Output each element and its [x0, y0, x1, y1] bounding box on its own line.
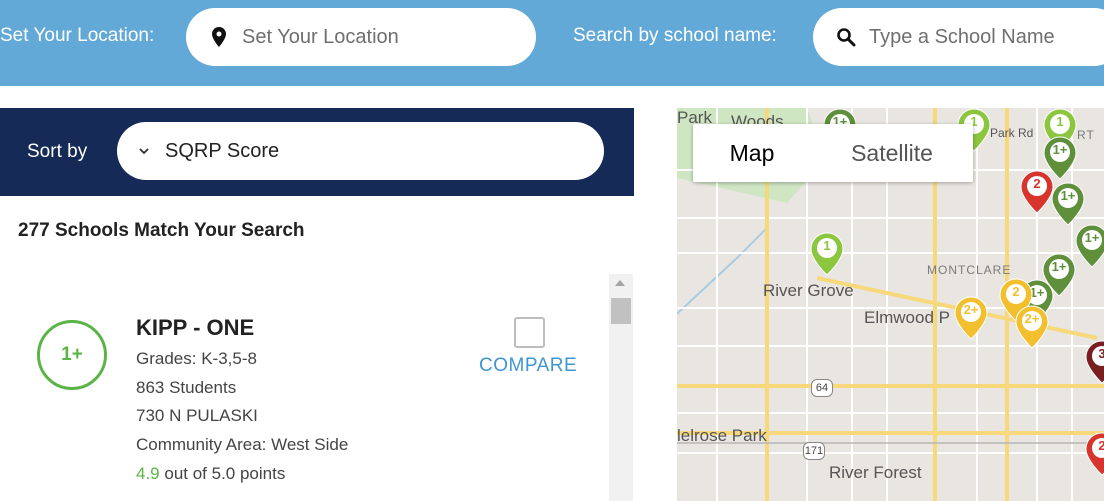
satellite-button[interactable]: Satellite	[811, 124, 973, 182]
sort-select[interactable]: SQRP Score	[117, 122, 604, 180]
map-type-toggle: Map Satellite	[693, 124, 973, 182]
map-label-montclare: MONTCLARE	[927, 263, 1012, 277]
map-label-river-forest: River Forest	[829, 463, 922, 482]
map-pin-label: 2	[1012, 284, 1020, 299]
sort-bar: Sort by SQRP Score	[0, 108, 634, 196]
map-pin-label: 1+	[1060, 188, 1076, 203]
location-label: Set Your Location:	[0, 25, 155, 46]
chevron-down-icon	[137, 144, 151, 158]
map-marker-pin[interactable]: 2	[1085, 432, 1104, 476]
results-scrollbar[interactable]	[609, 274, 633, 501]
map-marker-pin[interactable]: 2	[1020, 170, 1054, 214]
map-label-melrose-park: lelrose Park	[677, 426, 767, 445]
results-count: 277 Schools Match Your Search	[18, 220, 305, 241]
route-171-shield: 171	[803, 442, 825, 460]
search-icon	[835, 26, 857, 48]
map-marker-icon	[208, 26, 230, 48]
map-marker-pin[interactable]: 3	[1085, 340, 1104, 384]
map-pin-label: 3	[1098, 346, 1104, 361]
map-pin-label: 1+	[1084, 230, 1100, 245]
map-label-river-grove: River Grove	[763, 281, 854, 300]
compare-checkbox[interactable]	[514, 317, 545, 348]
scroll-up-arrow-icon[interactable]	[615, 280, 625, 286]
school-search-placeholder: Type a School Name	[869, 25, 1055, 48]
map-marker-pin[interactable]: 1	[810, 232, 844, 276]
scroll-thumb[interactable]	[611, 298, 631, 324]
map-pin-label: 2+	[1024, 311, 1040, 326]
compare-label[interactable]: COMPARE	[479, 355, 577, 377]
sort-label: Sort by	[27, 141, 88, 162]
map-pin-label: 2	[1033, 176, 1041, 191]
map-pin-label: 1	[1056, 114, 1064, 129]
school-score: 4.9 out of 5.0 points	[136, 464, 285, 484]
school-address: 730 N PULASKI	[136, 406, 258, 425]
map-marker-pin[interactable]: 2+	[954, 296, 988, 340]
map-pin-label: 1+	[1052, 142, 1068, 157]
map-view[interactable]: Park Woods Park Rd RT MONTCLARE River Gr…	[677, 108, 1104, 501]
map-pin-label: 2+	[963, 302, 979, 317]
school-students: 863 Students	[136, 378, 237, 397]
rating-badge: 1+	[37, 320, 107, 390]
score-value: 4.9	[136, 464, 160, 483]
school-search-label: Search by school name:	[573, 25, 777, 46]
map-pin-label: 1	[823, 238, 831, 253]
school-community-area: Community Area: West Side	[136, 435, 349, 454]
location-placeholder: Set Your Location	[242, 25, 399, 48]
school-search-input[interactable]: Type a School Name	[813, 8, 1104, 66]
map-label-elmwood: Elmwood P	[864, 308, 950, 327]
map-marker-pin[interactable]: 1+	[1051, 182, 1085, 226]
map-button[interactable]: Map	[693, 124, 811, 182]
score-suffix: out of 5.0 points	[159, 464, 286, 483]
sort-selected-value: SQRP Score	[165, 139, 280, 162]
map-label-rt: RT	[1077, 128, 1095, 142]
school-name[interactable]: KIPP - ONE	[136, 315, 254, 341]
map-pin-label: 2	[1098, 438, 1104, 453]
location-input[interactable]: Set Your Location	[186, 8, 536, 66]
map-marker-pin[interactable]: 1+	[1075, 224, 1104, 268]
school-grades: Grades: K-3,5-8	[136, 349, 257, 368]
search-bar: Set Your Location: Set Your Location Sea…	[0, 0, 1104, 86]
map-marker-pin[interactable]: 2+	[1015, 305, 1049, 349]
map-pin-label: 1+	[1051, 259, 1067, 274]
route-64-shield: 64	[811, 379, 833, 397]
map-label-park-rd: Park Rd	[990, 126, 1034, 140]
